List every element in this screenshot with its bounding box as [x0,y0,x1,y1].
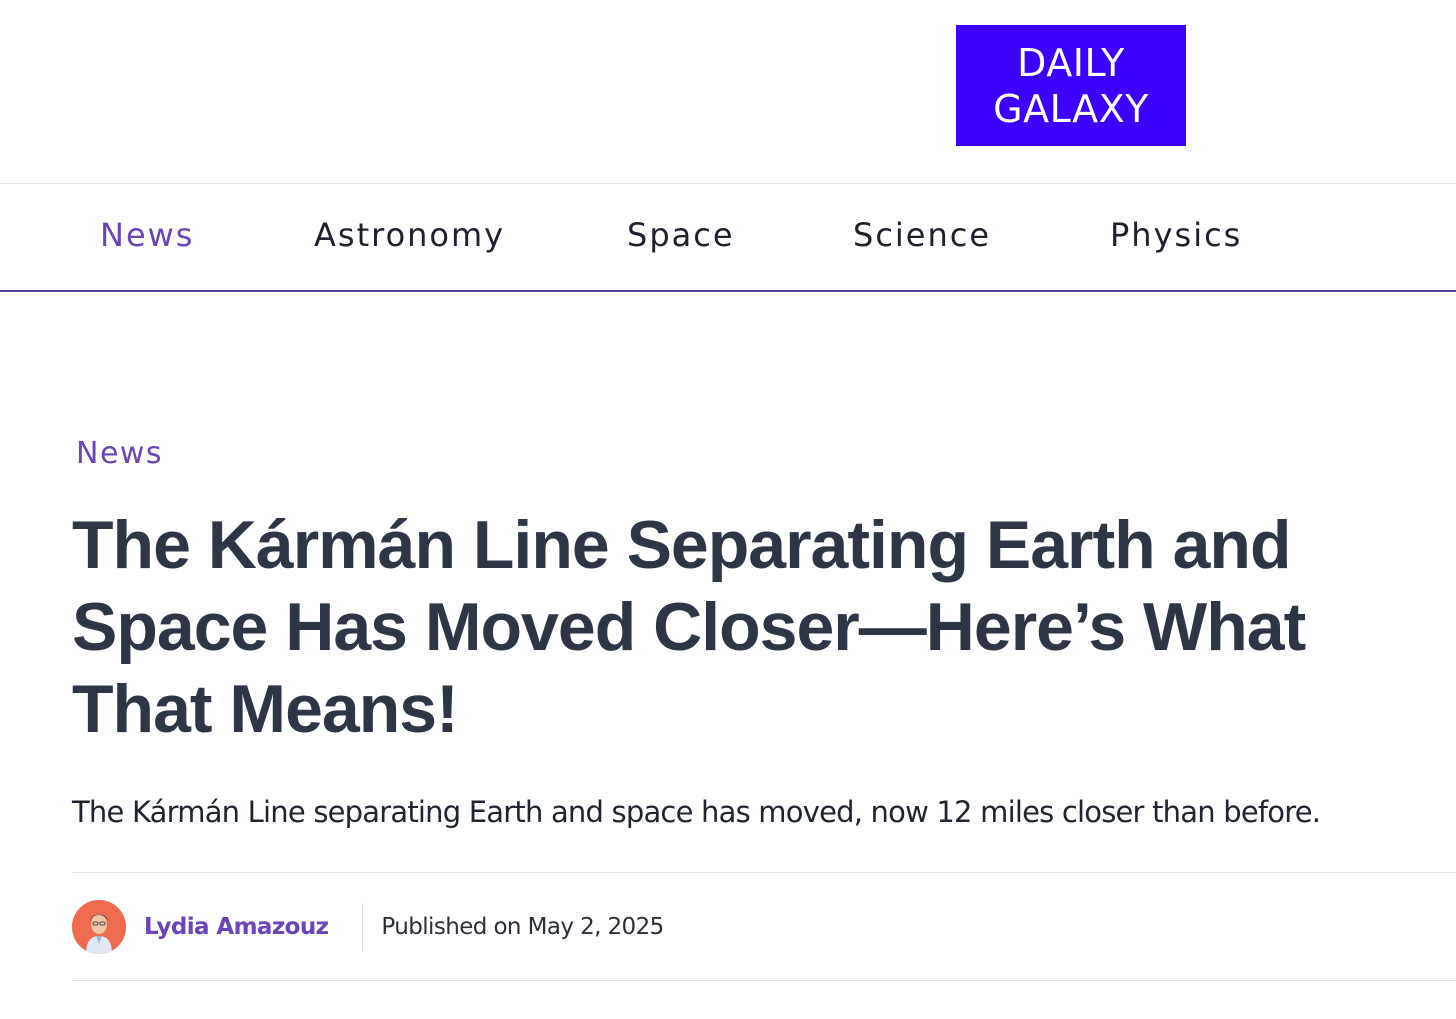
author-avatar[interactable] [72,900,126,954]
meta-separator [362,903,364,951]
nav-item-astronomy[interactable]: Astronomy [314,216,505,254]
author-name-link[interactable]: Lydia Amazouz [144,914,329,940]
site-logo[interactable]: DAILY GALAXY [956,25,1186,146]
person-icon [72,900,126,954]
logo-line-1: DAILY [1017,40,1125,85]
article-category-link[interactable]: News [76,436,163,471]
article-subtitle: The Kármán Line separating Earth and spa… [72,795,1321,829]
logo-line-2: GALAXY [993,86,1149,131]
publish-date: Published on May 2, 2025 [381,914,664,940]
main-nav: News Astronomy Space Science Physics [0,184,1456,292]
article-meta: Lydia Amazouz Published on May 2, 2025 [72,900,664,954]
meta-divider-top [72,872,1456,873]
nav-item-physics[interactable]: Physics [1110,216,1242,254]
meta-divider-bottom [72,980,1456,981]
nav-item-news[interactable]: News [100,216,194,254]
site-header: DAILY GALAXY [0,0,1456,184]
nav-item-science[interactable]: Science [853,216,991,254]
article-title: The Kármán Line Separating Earth and Spa… [72,507,1306,747]
nav-item-space[interactable]: Space [627,216,735,254]
